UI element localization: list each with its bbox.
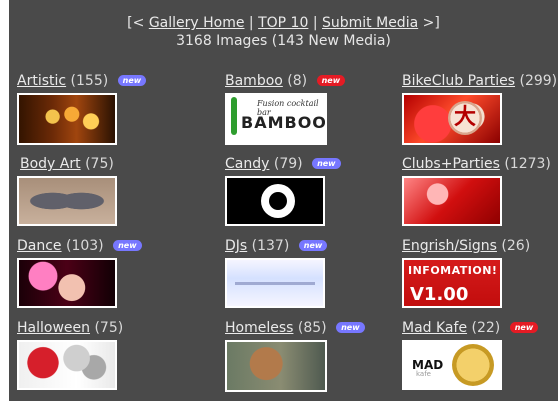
category-count: (79): [273, 156, 303, 172]
category-title: BikeClub Parties (299): [402, 72, 557, 90]
thumbnail-djs[interactable]: [225, 258, 325, 308]
thumbnail-clubs-parties[interactable]: [402, 176, 502, 226]
new-badge: new: [113, 240, 142, 251]
category-title: Engrish/Signs (26): [402, 237, 530, 255]
submit-media-link[interactable]: Submit Media: [322, 15, 418, 31]
new-badge: new: [316, 75, 346, 86]
gallery-header: [< Gallery Home | TOP 10 | Submit Media …: [9, 14, 558, 50]
new-badge: new: [336, 322, 365, 333]
engrish-sign-text: V1.00: [410, 284, 469, 305]
candy-logo-icon: [261, 184, 295, 218]
gallery-panel: [< Gallery Home | TOP 10 | Submit Media …: [9, 0, 558, 401]
category-title: Bamboo (8) new: [225, 72, 346, 90]
thumbnail-bikeclub-parties[interactable]: 大: [402, 93, 502, 145]
category-link-dance[interactable]: Dance: [17, 238, 62, 254]
thumbnail-dance[interactable]: [17, 258, 117, 308]
category-title: Body Art (75): [20, 155, 114, 173]
category-link-body-art[interactable]: Body Art: [20, 156, 81, 172]
header-suffix: >]: [422, 15, 440, 31]
header-separator: |: [312, 15, 318, 31]
category-count: (75): [85, 156, 114, 172]
thumbnail-artistic[interactable]: [17, 93, 117, 145]
category-count: (137): [251, 238, 290, 254]
category-title: Artistic (155) new: [17, 72, 147, 90]
thumbnail-body-art[interactable]: [17, 176, 117, 226]
category-count: (26): [501, 238, 531, 254]
category-title: Clubs+Parties (1273): [402, 155, 551, 173]
category-link-mad-kafe[interactable]: Mad Kafe: [402, 320, 467, 336]
madkafe-logo-subtext: kafe: [416, 370, 431, 378]
category-count: (1273): [504, 156, 551, 172]
category-count: (75): [94, 320, 124, 336]
new-badge: new: [117, 75, 147, 86]
category-title: DJs (137) new: [225, 237, 328, 255]
category-title: Dance (103) new: [17, 237, 142, 255]
category-link-djs[interactable]: DJs: [225, 238, 247, 254]
new-badge: new: [312, 158, 341, 169]
header-prefix: [<: [127, 15, 145, 31]
category-link-engrish-signs[interactable]: Engrish/Signs: [402, 238, 497, 254]
category-count: (85): [297, 320, 327, 336]
new-badge: new: [509, 322, 539, 333]
thumbnail-halloween[interactable]: [17, 340, 117, 390]
category-count: (22): [471, 320, 501, 336]
category-title: Halloween (75): [17, 319, 123, 337]
category-count: (155): [70, 73, 109, 89]
category-title: Candy (79) new: [225, 155, 341, 173]
category-link-clubs-parties[interactable]: Clubs+Parties: [402, 156, 500, 172]
engrish-sign-text: INFOMATION!: [408, 264, 498, 277]
category-link-bikeclub-parties[interactable]: BikeClub Parties: [402, 73, 515, 89]
gallery-home-link[interactable]: Gallery Home: [149, 15, 245, 31]
new-badge: new: [298, 240, 328, 251]
bamboo-logo-text: BAMBOO: [241, 113, 327, 132]
thumbnail-homeless[interactable]: [225, 340, 327, 392]
top10-link[interactable]: TOP 10: [258, 15, 308, 31]
thumbnail-bamboo[interactable]: Fusion cocktail bar BAMBOO: [225, 93, 327, 145]
header-separator: |: [248, 15, 254, 31]
category-title: Mad Kafe (22) new: [402, 319, 539, 337]
category-count: (8): [287, 73, 308, 89]
category-link-halloween[interactable]: Halloween: [17, 320, 90, 336]
category-link-candy[interactable]: Candy: [225, 156, 269, 172]
category-count: (103): [66, 238, 104, 254]
thumbnail-mad-kafe[interactable]: MAD kafe: [402, 340, 502, 390]
category-link-bamboo[interactable]: Bamboo: [225, 73, 283, 89]
thumbnail-engrish-signs[interactable]: INFOMATION! V1.00: [402, 258, 502, 308]
category-link-homeless[interactable]: Homeless: [225, 320, 293, 336]
category-count: (299): [519, 73, 558, 89]
gallery-summary: 3168 Images (143 New Media): [176, 33, 391, 49]
djs-image-detail: [235, 282, 315, 285]
thumbnail-candy[interactable]: [225, 176, 325, 226]
bikeclub-glyph: 大: [448, 101, 482, 135]
bamboo-stalk-icon: [231, 97, 237, 135]
category-title: Homeless (85) new: [225, 319, 365, 337]
madkafe-sun-icon: [452, 344, 494, 386]
category-link-artistic[interactable]: Artistic: [17, 73, 66, 89]
